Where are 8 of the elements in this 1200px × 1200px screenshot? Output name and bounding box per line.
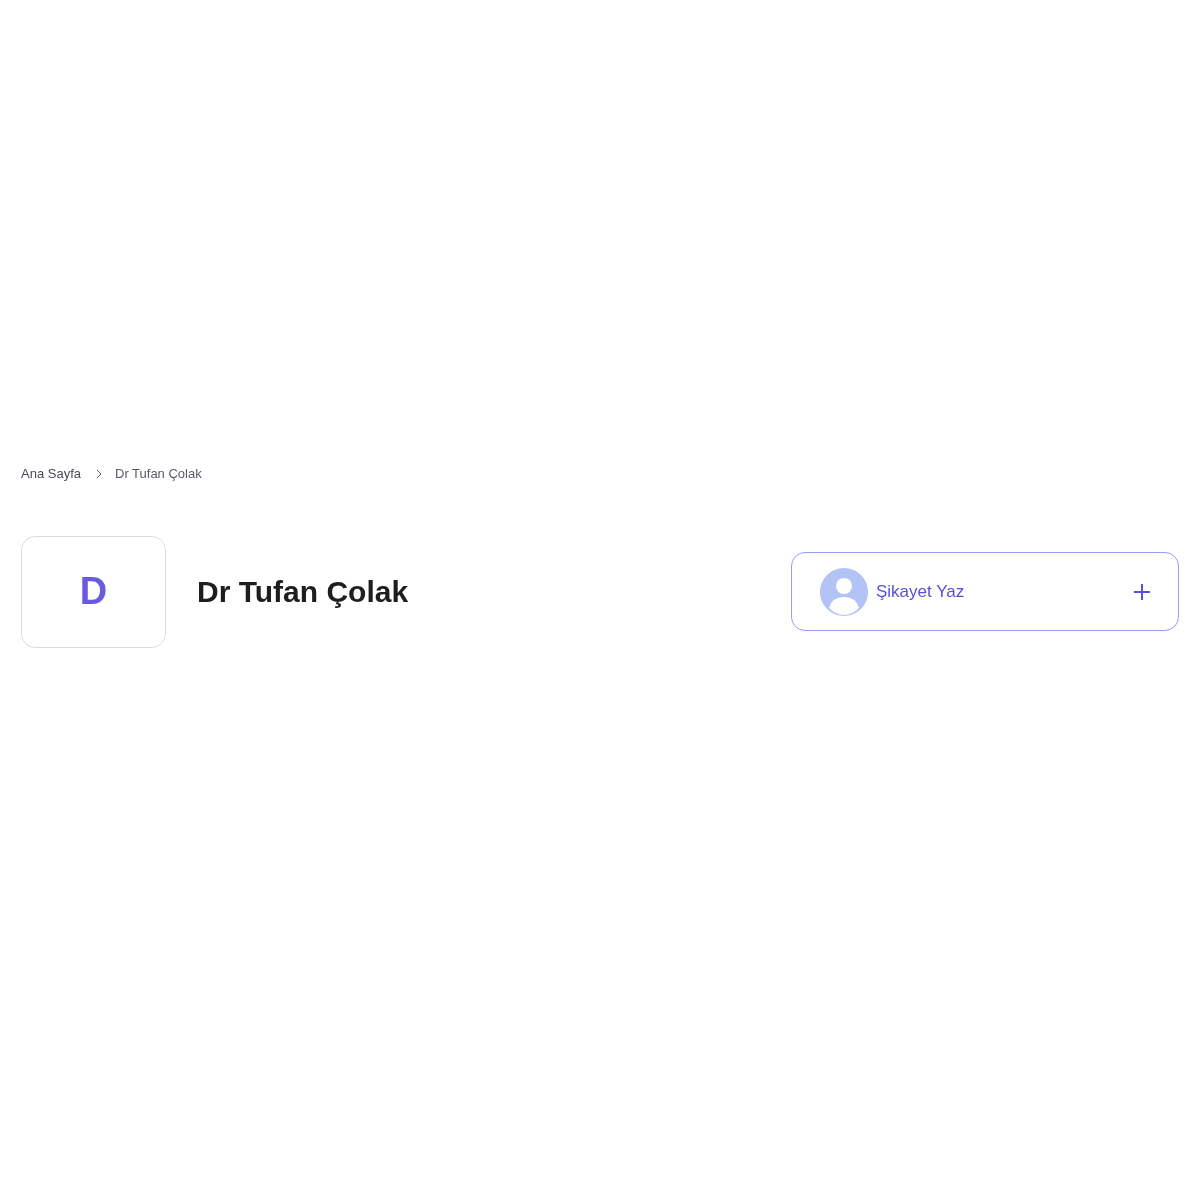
write-complaint-button[interactable]: Şikayet Yaz — [791, 552, 1179, 631]
avatar-icon — [820, 567, 868, 616]
chevron-icon — [95, 468, 103, 479]
profile-logo: D — [21, 535, 166, 648]
breadcrumb-link[interactable]: Ana Sayfa — [21, 464, 81, 484]
plus-icon — [1133, 582, 1151, 601]
breadcrumb-link[interactable]: Dr Tufan Çolak — [115, 464, 202, 484]
profile-name: Dr Tufan Çolak — [197, 573, 409, 610]
